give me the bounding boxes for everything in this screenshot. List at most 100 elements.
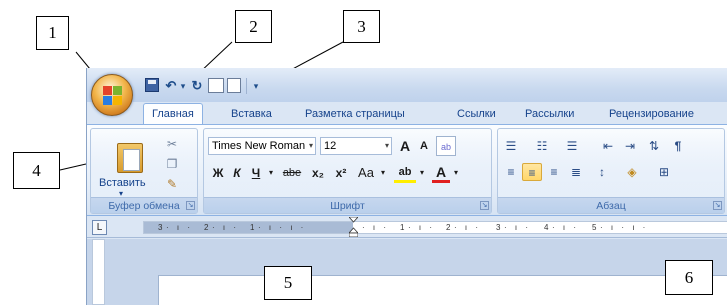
office-logo-icon xyxy=(103,86,123,106)
horizontal-ruler[interactable]: 3 · ı · 2 · ı · 1 · ı · ı · · ı · 1 · ı … xyxy=(143,217,727,237)
shrink-font-button[interactable]: A xyxy=(416,136,432,156)
font-name-combo[interactable]: Times New Roman ▾ xyxy=(208,137,316,155)
tab-mailings[interactable]: Рассылки xyxy=(525,104,574,124)
ruler-tick: 3 xyxy=(496,223,501,232)
redo-icon[interactable]: ↻ xyxy=(189,77,205,95)
new-document-icon[interactable] xyxy=(227,78,241,93)
superscript-button[interactable]: x² xyxy=(331,163,351,183)
ruler-dots: · ı · xyxy=(166,223,193,232)
tab-home[interactable]: Главная xyxy=(143,103,203,124)
document-page[interactable] xyxy=(158,275,727,305)
office-button[interactable] xyxy=(91,74,133,116)
tab-insert[interactable]: Вставка xyxy=(231,104,272,124)
borders-icon[interactable]: ⊞ xyxy=(654,163,674,181)
clear-formatting-icon[interactable]: ab xyxy=(436,136,456,156)
clipboard-launcher-icon[interactable]: ↘ xyxy=(186,201,195,210)
format-painter-icon[interactable]: ✎ xyxy=(165,177,179,191)
ruler-tick: 3 xyxy=(158,223,163,232)
callout-4: 4 xyxy=(13,152,60,189)
subscript-button[interactable]: x₂ xyxy=(308,163,328,183)
ruler-bar: L 3 · ı · 2 · ı · 1 · ı · ı · · ı · 1 · … xyxy=(87,217,727,238)
numbering-icon[interactable]: ☷ xyxy=(532,137,552,155)
highlight-color-bar xyxy=(394,180,416,183)
ruler-dots: · ı · xyxy=(212,223,239,232)
font-color-bar xyxy=(432,180,450,183)
ribbon: Вставить ▾ ✂ ❐ ✎ Буфер обмена ↘ Times Ne… xyxy=(87,124,727,216)
save-icon[interactable] xyxy=(145,78,159,92)
highlight-dropdown-icon[interactable]: ▾ xyxy=(417,163,427,183)
ruler-tick: 1 xyxy=(250,223,255,232)
change-case-dropdown-icon[interactable]: ▾ xyxy=(378,163,388,183)
bold-button[interactable]: Ж xyxy=(210,163,226,183)
undo-dropdown-icon[interactable]: ▾ xyxy=(179,77,187,95)
font-group-label: Шрифт xyxy=(204,197,491,213)
shading-icon[interactable]: ◈ xyxy=(622,163,642,181)
strikethrough-button[interactable]: abe xyxy=(279,163,305,183)
ruler-dots: · ı · xyxy=(454,223,481,232)
tab-review[interactable]: Рецензирование xyxy=(609,104,694,124)
ruler-tick: 4 xyxy=(544,223,549,232)
ruler-tick: 2 xyxy=(204,223,209,232)
ruler-dots: · ı · ı · xyxy=(600,223,649,232)
paragraph-group: ☰ ☷ ☰ ⇤ ⇥ ⇅ ¶ ≡ ≡ ≡ ≣ ↕ ◈ ⊞ Абзац ↘ xyxy=(497,128,725,214)
align-center-icon[interactable]: ≡ xyxy=(522,163,542,181)
paragraph-group-label: Абзац xyxy=(498,197,724,213)
show-marks-icon[interactable]: ¶ xyxy=(668,137,688,155)
paragraph-launcher-icon[interactable]: ↘ xyxy=(713,201,722,210)
increase-indent-icon[interactable]: ⇥ xyxy=(620,137,640,155)
justify-icon[interactable]: ≣ xyxy=(566,163,586,181)
underline-button[interactable]: Ч xyxy=(248,163,264,183)
grow-font-button[interactable]: A xyxy=(396,136,414,156)
align-right-icon[interactable]: ≡ xyxy=(544,163,564,181)
sort-icon[interactable]: ⇅ xyxy=(644,137,664,155)
italic-button[interactable]: К xyxy=(229,163,245,183)
font-size-combo[interactable]: 12 ▾ xyxy=(320,137,392,155)
font-name-value: Times New Roman xyxy=(212,140,306,152)
font-color-button[interactable]: A xyxy=(432,162,450,182)
underline-dropdown-icon[interactable]: ▾ xyxy=(266,163,276,183)
bullets-icon[interactable]: ☰ xyxy=(501,137,521,155)
ruler-tick: 1 xyxy=(400,223,405,232)
font-launcher-icon[interactable]: ↘ xyxy=(480,201,489,210)
copy-icon[interactable]: ❐ xyxy=(165,157,179,171)
tab-page-layout[interactable]: Разметка страницы xyxy=(305,104,405,124)
title-bar: ↶ ▾ ↻ ▾ xyxy=(87,68,727,102)
document-area xyxy=(87,239,727,305)
font-size-dropdown-icon[interactable]: ▾ xyxy=(385,138,389,154)
font-color-dropdown-icon[interactable]: ▾ xyxy=(451,163,461,183)
clipboard-group: Вставить ▾ ✂ ❐ ✎ Буфер обмена ↘ xyxy=(90,128,198,214)
tab-references[interactable]: Ссылки xyxy=(457,104,496,124)
callout-5: 5 xyxy=(264,266,312,300)
align-left-icon[interactable]: ≡ xyxy=(501,163,521,181)
decrease-indent-icon[interactable]: ⇤ xyxy=(598,137,618,155)
change-case-button[interactable]: Aa xyxy=(354,163,378,183)
ruler-dots: · ı · xyxy=(408,223,435,232)
clipboard-group-label: Буфер обмена xyxy=(91,197,197,213)
vertical-ruler[interactable] xyxy=(92,239,105,305)
indent-marker-icon[interactable] xyxy=(349,217,358,237)
callout-1: 1 xyxy=(36,16,69,50)
quick-access-separator xyxy=(246,78,248,94)
paste-icon[interactable] xyxy=(117,143,143,173)
ruler-tick: 2 xyxy=(446,223,451,232)
ruler-dots: · ı · xyxy=(504,223,531,232)
customize-quick-access-icon[interactable]: ▾ xyxy=(251,77,261,95)
tab-selector-button[interactable]: L xyxy=(92,220,107,235)
font-size-value: 12 xyxy=(324,140,337,152)
ruler-dots: · ı · xyxy=(362,223,389,232)
print-preview-icon[interactable] xyxy=(208,78,224,93)
cut-icon[interactable]: ✂ xyxy=(165,137,179,151)
font-name-dropdown-icon[interactable]: ▾ xyxy=(309,138,313,154)
paste-button[interactable]: Вставить xyxy=(99,177,146,189)
word-window: ↶ ▾ ↻ ▾ Главная Вставка Разметка страниц… xyxy=(86,68,727,305)
undo-icon[interactable]: ↶ xyxy=(163,77,179,95)
ribbon-tabs: Главная Вставка Разметка страницы Ссылки… xyxy=(87,102,727,124)
line-spacing-icon[interactable]: ↕ xyxy=(592,163,612,181)
callout-3: 3 xyxy=(343,10,380,43)
callout-6: 6 xyxy=(665,260,713,295)
font-group: Times New Roman ▾ 12 ▾ A A ab Ж К Ч ▾ ab… xyxy=(203,128,492,214)
ruler-dots: · ı · xyxy=(552,223,579,232)
multilevel-list-icon[interactable]: ☰ xyxy=(562,137,582,155)
callout-2: 2 xyxy=(235,10,272,43)
highlight-button[interactable]: ab xyxy=(394,162,416,182)
